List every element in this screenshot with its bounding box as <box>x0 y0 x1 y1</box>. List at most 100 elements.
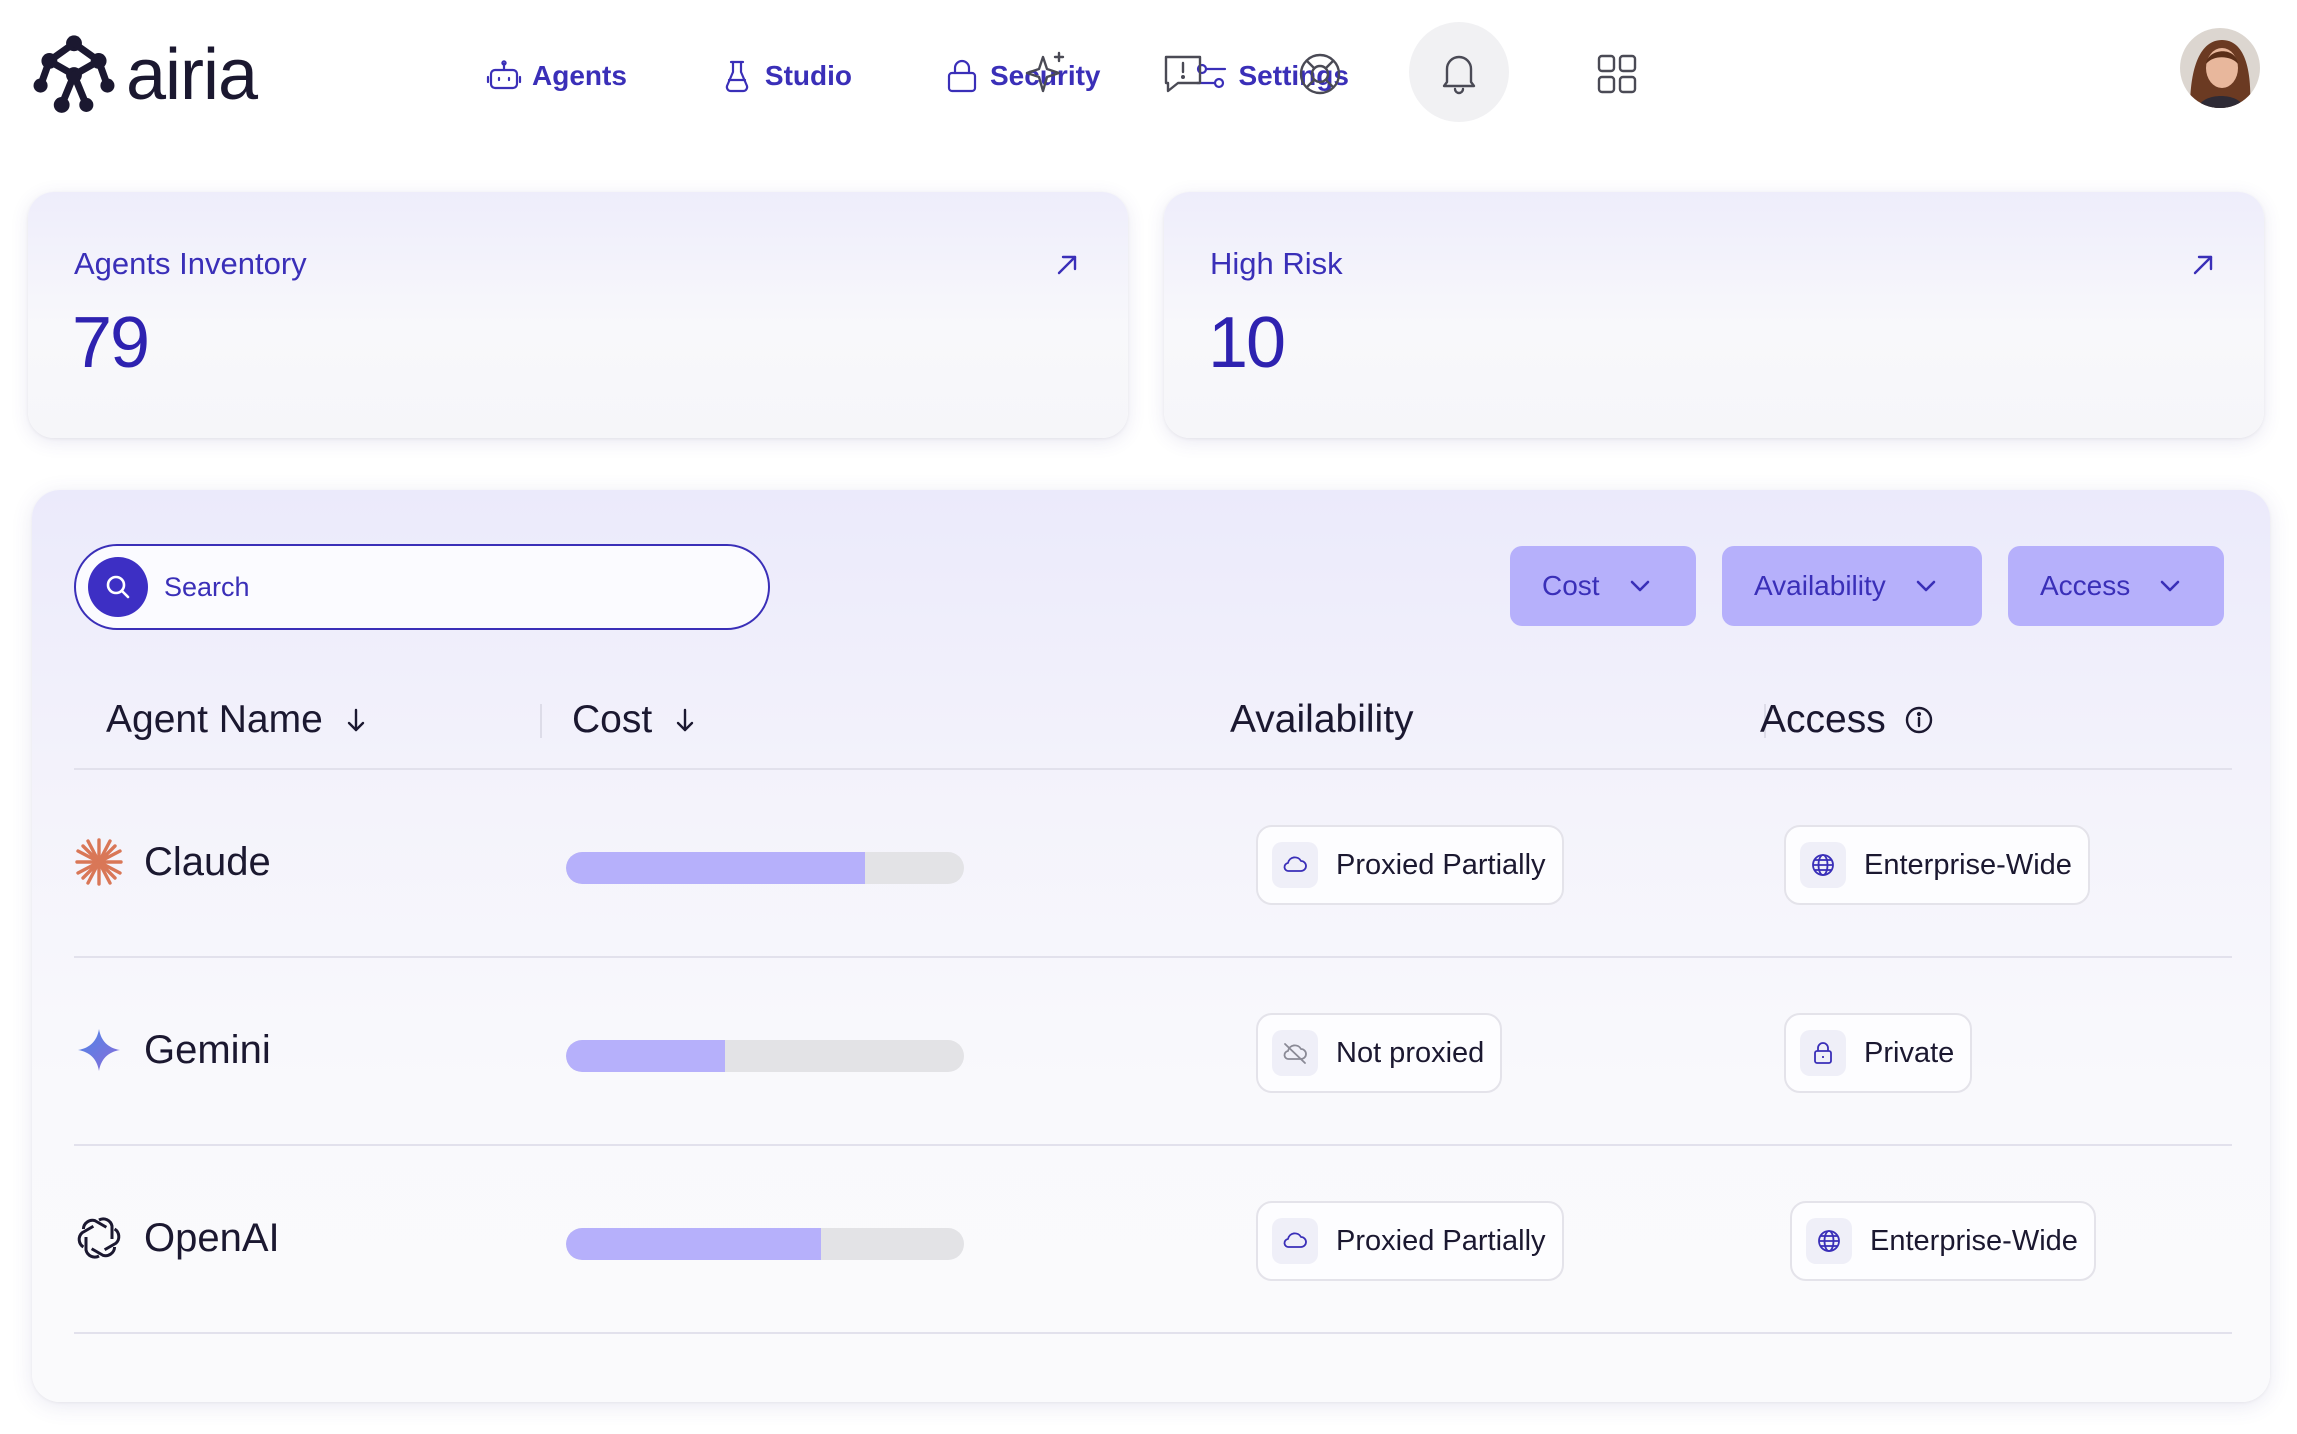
avatar-image <box>2180 28 2260 108</box>
airia-logo[interactable]: airia <box>30 30 258 120</box>
cost-bar-fill <box>566 1228 821 1260</box>
notifications-button[interactable] <box>1409 22 1509 122</box>
column-agent-name-label: Agent Name <box>106 698 323 741</box>
feedback-icon <box>1164 55 1202 93</box>
nav-agents-label: Agents <box>532 60 627 91</box>
top-navigation-bar: airia Agents Studio Security Settings <box>0 0 2297 150</box>
globe-icon <box>1818 1230 1840 1252</box>
sparkle-button[interactable] <box>1006 34 1086 114</box>
gemini-logo-icon <box>78 1029 120 1071</box>
cloud-icon <box>1283 1232 1307 1248</box>
globe-icon-wrap <box>1806 1218 1852 1264</box>
agent-name: Claude <box>144 839 271 884</box>
filter-availability-label: Availability <box>1754 570 1886 601</box>
column-cost[interactable]: Cost <box>572 698 700 742</box>
access-badge: Enterprise-Wide <box>1784 825 2090 905</box>
agent-cell: OpenAI <box>74 1208 280 1268</box>
search-placeholder: Search <box>164 571 250 602</box>
openai-logo-icon <box>77 1217 121 1259</box>
search-input[interactable]: Search <box>74 544 770 630</box>
bell-icon <box>1442 55 1476 95</box>
cost-bar <box>566 1228 964 1260</box>
availability-text: Proxied Partially <box>1336 1224 1546 1257</box>
cost-bar <box>566 1040 964 1072</box>
nav-studio[interactable]: Studio <box>719 58 852 94</box>
high-risk-label: High Risk <box>1210 246 1343 281</box>
info-icon[interactable] <box>1904 705 1934 735</box>
cloud-icon <box>1283 856 1307 872</box>
column-agent-name[interactable]: Agent Name <box>106 698 371 742</box>
chevron-down-icon <box>1916 580 1936 592</box>
cost-bar-fill <box>566 1040 726 1072</box>
filter-access-label: Access <box>2040 570 2131 601</box>
chevron-down-icon <box>2160 580 2180 592</box>
availability-text: Proxied Partially <box>1336 848 1546 881</box>
availability-badge: Not proxied <box>1256 1013 1503 1093</box>
cloud-icon-wrap <box>1272 1218 1318 1264</box>
agent-cell: Claude <box>74 832 271 892</box>
lock-icon <box>947 59 977 93</box>
column-cost-label: Cost <box>572 698 653 741</box>
filter-cost-dropdown[interactable]: Cost <box>1510 546 1696 626</box>
cloud-icon-wrap <box>1272 842 1318 888</box>
agent-name: Gemini <box>144 1027 271 1072</box>
lock-icon-wrap <box>1800 1030 1846 1076</box>
availability-text: Not proxied <box>1336 1036 1485 1069</box>
claude-logo-icon <box>75 838 123 886</box>
app-name: airia <box>126 35 258 115</box>
column-divider <box>540 704 542 738</box>
globe-icon <box>1812 854 1834 876</box>
arrow-up-right-icon[interactable] <box>2188 250 2218 280</box>
lock-icon <box>1814 1042 1832 1064</box>
user-avatar[interactable] <box>2180 28 2260 108</box>
table-row[interactable]: OpenAI Proxied Partially Enterprise-Wide <box>74 1146 2232 1334</box>
nav-studio-label: Studio <box>764 60 852 91</box>
agent-cell: Gemini <box>74 1020 271 1080</box>
access-text: Private <box>1864 1036 1955 1069</box>
arrow-up-right-icon[interactable] <box>1052 250 1082 280</box>
chevron-down-icon <box>1630 580 1649 592</box>
search-icon <box>106 575 130 599</box>
agents-inventory-label: Agents Inventory <box>74 246 307 281</box>
apps-grid-icon <box>1597 54 1637 94</box>
cloud-off-icon <box>1283 1043 1307 1064</box>
column-access-label: Access <box>1760 698 1886 741</box>
table-header: Agent Name Cost Availability Access <box>74 680 2232 770</box>
access-badge: Private <box>1784 1013 1973 1093</box>
access-text: Enterprise-Wide <box>1864 848 2072 881</box>
cloud-off-icon-wrap <box>1272 1030 1318 1076</box>
sort-down-arrow-icon[interactable] <box>341 705 371 735</box>
table-row[interactable]: Gemini Not proxied Private <box>74 958 2232 1146</box>
search-button[interactable] <box>88 557 148 617</box>
globe-icon-wrap <box>1800 842 1846 888</box>
sort-down-arrow-icon[interactable] <box>670 705 700 735</box>
help-button[interactable] <box>1280 34 1360 114</box>
sparkle-icon <box>1025 51 1065 93</box>
filter-availability-dropdown[interactable]: Availability <box>1722 546 1982 626</box>
robot-icon <box>486 60 522 90</box>
cost-bar <box>566 852 964 884</box>
cost-bar-fill <box>566 852 865 884</box>
table-row[interactable]: Claude Proxied Partially Enterprise-Wide <box>74 770 2232 958</box>
filter-access-dropdown[interactable]: Access <box>2008 546 2224 626</box>
nav-agents[interactable]: Agents <box>486 58 627 94</box>
column-access: Access <box>1760 698 1934 742</box>
access-badge: Enterprise-Wide <box>1790 1201 2096 1281</box>
column-availability: Availability <box>1230 698 1414 742</box>
agents-inventory-card[interactable]: Agents Inventory 79 <box>28 192 1128 438</box>
agents-table-panel: Search Cost Availability Access Agent Na… <box>32 490 2270 1402</box>
agents-inventory-value: 79 <box>72 303 150 383</box>
filter-cost-label: Cost <box>1542 570 1600 601</box>
flask-icon <box>725 60 749 93</box>
high-risk-card[interactable]: High Risk 10 <box>1164 192 2264 438</box>
access-text: Enterprise-Wide <box>1870 1224 2078 1257</box>
high-risk-value: 10 <box>1208 303 1286 383</box>
column-availability-label: Availability <box>1230 698 1414 741</box>
feedback-button[interactable] <box>1143 34 1223 114</box>
help-lifebuoy-icon <box>1299 53 1341 95</box>
apps-button[interactable] <box>1577 34 1657 114</box>
agent-name: OpenAI <box>144 1215 280 1260</box>
availability-badge: Proxied Partially <box>1256 1201 1564 1281</box>
availability-badge: Proxied Partially <box>1256 825 1564 905</box>
airia-logo-icon <box>33 35 115 113</box>
